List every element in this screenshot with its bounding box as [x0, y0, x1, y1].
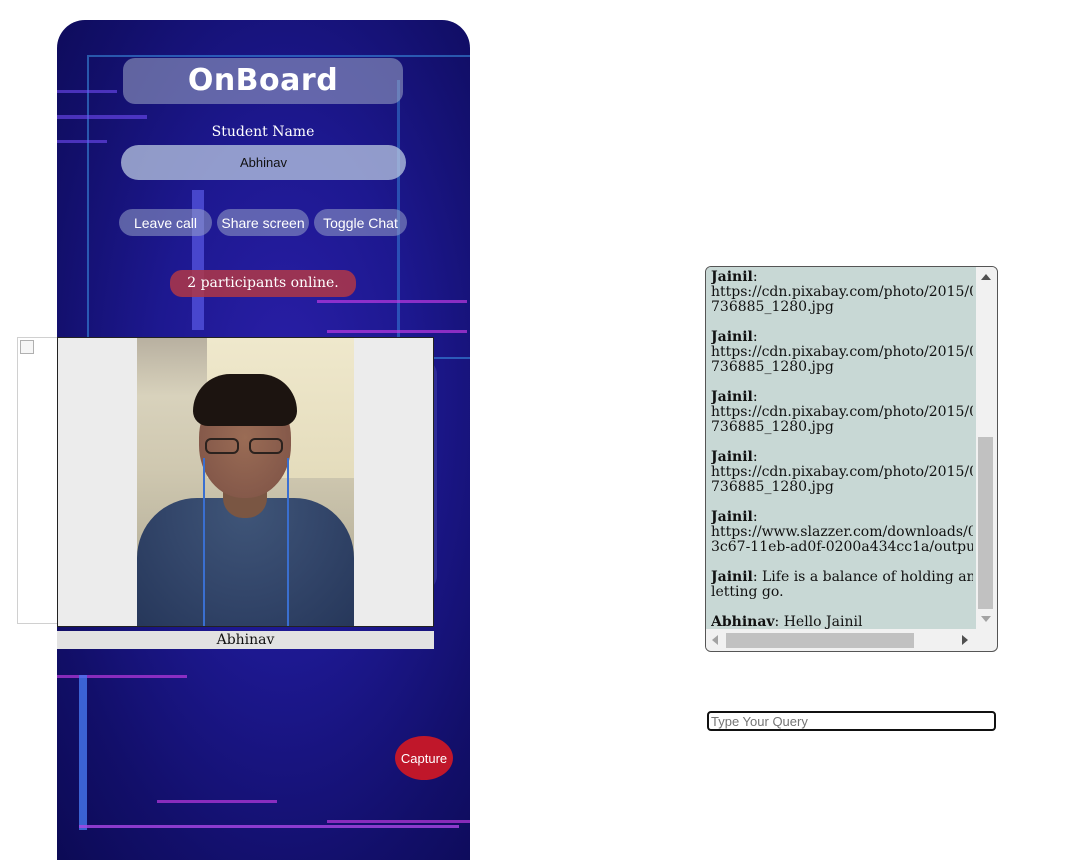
chat-message-author: Jainil — [711, 450, 753, 465]
scrollbar-thumb[interactable] — [978, 437, 993, 609]
student-name-label: Student Name — [211, 124, 315, 140]
decorative-line — [157, 800, 277, 803]
decorative-line — [327, 330, 467, 333]
capture-button[interactable]: Capture — [395, 736, 453, 780]
chat-message: Abhinav: Hello Jainil — [711, 615, 973, 629]
decorative-line — [57, 140, 107, 143]
video-feed — [57, 337, 434, 627]
chat-message: Jainil: https://www.slazzer.com/download… — [711, 510, 973, 555]
chat-message-author: Abhinav — [711, 615, 775, 629]
decorative-line — [79, 675, 87, 830]
chat-message: Jainil: https://cdn.pixabay.com/photo/20… — [711, 390, 973, 435]
scroll-down-arrow-icon[interactable] — [981, 616, 991, 622]
toggle-chat-button[interactable]: Toggle Chat — [314, 209, 407, 236]
decorative-line — [79, 825, 459, 828]
chat-message-author: Jainil — [711, 270, 753, 285]
chat-message: Jainil: Life is a balance of holding and… — [711, 570, 973, 600]
chat-message-text: : Hello Jainil — [774, 615, 863, 629]
scroll-right-arrow-icon[interactable] — [962, 635, 968, 645]
broken-image-icon — [20, 340, 34, 354]
webcam-person-glasses — [201, 438, 289, 454]
webcam-person-hair — [193, 374, 297, 426]
webcam-image — [137, 338, 354, 626]
video-caption: Abhinav — [57, 631, 434, 649]
decorative-line — [57, 115, 147, 119]
webcam-earphone-wire — [287, 458, 289, 626]
decorative-line — [57, 90, 117, 93]
chat-message-author: Jainil — [711, 390, 753, 405]
chat-vertical-scrollbar[interactable] — [976, 267, 997, 629]
chat-messages[interactable]: Jainil: https://cdn.pixabay.com/photo/20… — [706, 267, 976, 629]
chat-message: Jainil: https://cdn.pixabay.com/photo/20… — [711, 270, 973, 315]
chat-message: Jainil: https://cdn.pixabay.com/photo/20… — [711, 330, 973, 375]
chat-panel[interactable]: Jainil: https://cdn.pixabay.com/photo/20… — [705, 266, 998, 652]
chat-message-author: Jainil — [711, 570, 753, 585]
app-title: OnBoard — [123, 58, 403, 104]
chat-query-input[interactable] — [707, 711, 996, 731]
share-screen-button[interactable]: Share screen — [217, 209, 309, 236]
chat-horizontal-scrollbar[interactable] — [706, 629, 976, 651]
decorative-line — [317, 300, 467, 303]
chat-message: Jainil: https://cdn.pixabay.com/photo/20… — [711, 450, 973, 495]
scroll-up-arrow-icon[interactable] — [981, 274, 991, 280]
webcam-earphone-wire — [203, 458, 205, 626]
decorative-line — [327, 820, 470, 823]
chat-message-author: Jainil — [711, 330, 753, 345]
student-name-input[interactable] — [121, 145, 406, 180]
leave-call-button[interactable]: Leave call — [119, 209, 212, 236]
scrollbar-thumb[interactable] — [726, 633, 914, 648]
chat-message-author: Jainil — [711, 510, 753, 525]
scroll-left-arrow-icon[interactable] — [712, 635, 718, 645]
decorative-line — [57, 675, 187, 678]
participants-status-badge: 2 participants online. — [170, 270, 356, 297]
